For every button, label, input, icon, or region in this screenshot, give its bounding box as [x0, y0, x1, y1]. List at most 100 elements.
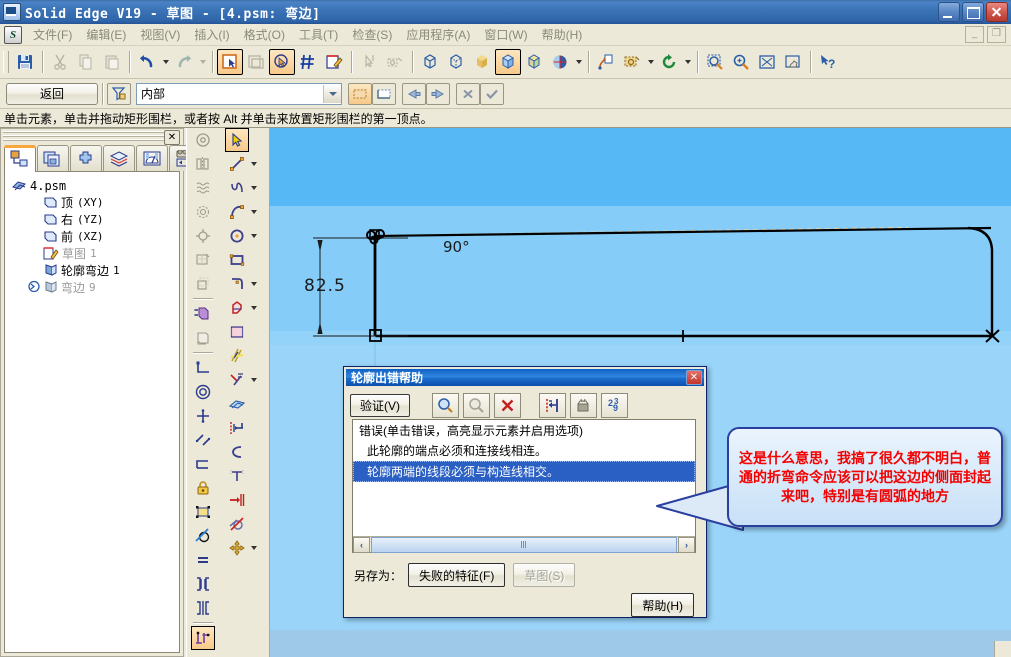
rectangle-icon[interactable]: [225, 248, 249, 272]
error-list-hscrollbar[interactable]: ‹ ›: [353, 536, 695, 553]
menu-help[interactable]: 帮助(H): [535, 24, 590, 45]
zoom-to-error-icon[interactable]: [432, 393, 459, 418]
render-sphere-icon[interactable]: [547, 49, 573, 75]
concentric-icon[interactable]: [191, 380, 215, 404]
select-arrow-icon[interactable]: [225, 128, 249, 152]
tree-item-root[interactable]: 4.psm: [5, 177, 179, 194]
auto-close-icon[interactable]: [539, 393, 566, 418]
circle-center-icon[interactable]: [191, 128, 215, 152]
renumber-icon[interactable]: 239: [601, 393, 628, 418]
coordinate-dimension-icon[interactable]: [225, 488, 249, 512]
redo-icon[interactable]: [171, 49, 197, 75]
cancel-icon[interactable]: [456, 82, 480, 105]
zoom-out-error-icon[interactable]: [463, 393, 490, 418]
error-list[interactable]: 错误(单击错误，高亮显示元素并启用选项) 此轮廓的端点必须和连接线相连。 轮廓两…: [352, 419, 696, 553]
cut-icon[interactable]: [47, 49, 73, 75]
toolbar-grip[interactable]: [3, 51, 9, 73]
layer-combo[interactable]: 内部: [136, 82, 342, 105]
error-row-0[interactable]: 此轮廓的端点必须和连接线相连。: [353, 440, 695, 461]
tree-item-contour-flange[interactable]: 轮廓弯边 1: [5, 262, 179, 279]
connect-icon[interactable]: [191, 356, 215, 380]
menu-file[interactable]: 文件(F): [26, 24, 79, 45]
target-point-icon[interactable]: [191, 224, 215, 248]
tab-sensors[interactable]: [136, 145, 168, 171]
arrow-left-icon[interactable]: [402, 82, 426, 105]
menu-format[interactable]: 格式(O): [237, 24, 292, 45]
window-minimize-button[interactable]: [938, 2, 960, 22]
tree-item-sketch[interactable]: 草图 1: [5, 245, 179, 262]
circular-pattern-icon[interactable]: [191, 200, 215, 224]
rotate-view-icon[interactable]: [656, 49, 682, 75]
project-edge-icon[interactable]: [191, 302, 215, 326]
zoom-icon[interactable]: [728, 49, 754, 75]
panel-drag-grip[interactable]: [3, 131, 169, 142]
dialog-help-button[interactable]: 帮助(H): [631, 593, 694, 617]
save-as-sketch-button[interactable]: 草图(S): [513, 563, 576, 587]
parallel-icon[interactable]: [191, 452, 215, 476]
undo-dropdown[interactable]: [160, 50, 171, 74]
menu-inspect[interactable]: 检查(S): [345, 24, 399, 45]
curve-dropdown-icon[interactable]: [251, 186, 257, 190]
smart-dimension-icon[interactable]: [225, 416, 249, 440]
selection-filter-icon[interactable]: [107, 82, 131, 105]
window-maximize-button[interactable]: [962, 2, 984, 22]
capture-icon[interactable]: [570, 393, 597, 418]
circle-icon[interactable]: [225, 224, 257, 248]
symmetric-icon[interactable]: [191, 572, 215, 596]
menu-view[interactable]: 视图(V): [133, 24, 187, 45]
horizontal-vertical-icon[interactable]: [191, 404, 215, 428]
undo-icon[interactable]: [134, 49, 160, 75]
delete-relationship-icon[interactable]: [225, 512, 249, 536]
sketch-plane-icon[interactable]: [225, 392, 249, 416]
offset-region-icon[interactable]: [191, 272, 215, 296]
select-tool-icon[interactable]: [217, 49, 243, 75]
extend-dropdown-icon[interactable]: [251, 378, 257, 382]
view-shaded-edges-icon[interactable]: [495, 49, 521, 75]
render-dropdown[interactable]: [573, 50, 584, 74]
include-icon[interactable]: [191, 326, 215, 350]
move-icon[interactable]: [225, 536, 257, 560]
extend-icon[interactable]: [225, 368, 257, 392]
assembly-tag-icon[interactable]: [619, 49, 645, 75]
menu-tools[interactable]: 工具(T): [292, 24, 345, 45]
line-dropdown-icon[interactable]: [251, 162, 257, 166]
single-select-icon[interactable]: [372, 82, 396, 105]
document-icon[interactable]: S: [4, 25, 22, 44]
rotate-dropdown[interactable]: [682, 50, 693, 74]
pan-icon[interactable]: [780, 49, 806, 75]
select-face-icon[interactable]: [243, 49, 269, 75]
delete-error-icon[interactable]: [494, 393, 521, 418]
move-dropdown-icon[interactable]: [251, 546, 257, 550]
rigid-set-icon[interactable]: [191, 500, 215, 524]
verify-button[interactable]: 验证(V): [350, 394, 410, 417]
relationship-handles-icon[interactable]: [191, 626, 215, 650]
copy-icon[interactable]: [73, 49, 99, 75]
scroll-right-button[interactable]: ›: [678, 536, 695, 553]
assembly-dropdown[interactable]: [645, 50, 656, 74]
pattern-icon[interactable]: [191, 176, 215, 200]
highlight-icon[interactable]: [269, 49, 295, 75]
dialog-close-button[interactable]: ✕: [686, 370, 702, 385]
menu-window[interactable]: 窗口(W): [477, 24, 534, 45]
tab-family-parts[interactable]: [70, 145, 102, 171]
mirror-icon[interactable]: [191, 152, 215, 176]
circle-dropdown-icon[interactable]: [251, 234, 257, 238]
chain-select-icon[interactable]: [348, 82, 372, 105]
tree-item-top-plane[interactable]: 顶 (XY): [5, 194, 179, 211]
pointer-pick-icon[interactable]: [356, 49, 382, 75]
tangent-icon[interactable]: [191, 524, 215, 548]
paste-icon[interactable]: [99, 49, 125, 75]
tree-item-front-plane[interactable]: 前 (XZ): [5, 228, 179, 245]
tree-item-flange[interactable]: 弯边 9: [5, 279, 179, 296]
fillet-icon[interactable]: [225, 272, 257, 296]
equal-icon[interactable]: [191, 548, 215, 572]
part-paint-icon[interactable]: [593, 49, 619, 75]
fillet-dropdown-icon[interactable]: [251, 282, 257, 286]
document-restore-button[interactable]: ❐: [987, 26, 1006, 43]
camera-pick-icon[interactable]: [382, 49, 408, 75]
collinear-icon[interactable]: [191, 428, 215, 452]
curve-icon[interactable]: [225, 176, 257, 200]
tab-layers[interactable]: [103, 145, 135, 171]
line-icon[interactable]: [225, 152, 257, 176]
lock-icon[interactable]: [191, 476, 215, 500]
